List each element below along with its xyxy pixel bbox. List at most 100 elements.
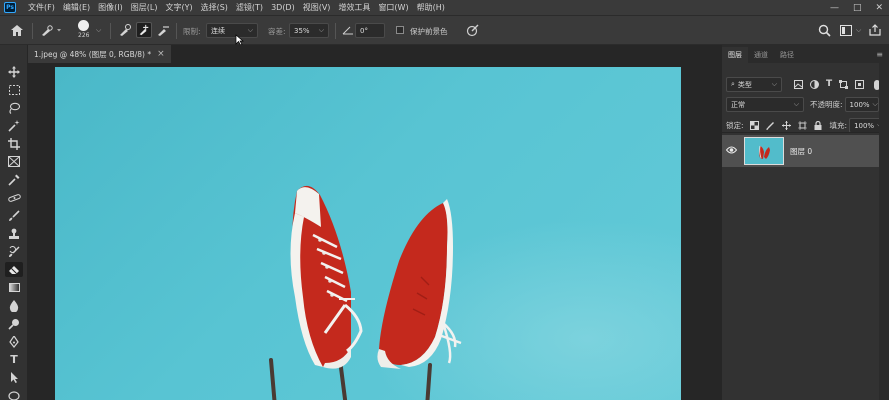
menu-file[interactable]: 文件(F) [24,2,59,13]
menu-image[interactable]: 图像(I) [94,2,127,13]
panel-tab-bar: 图层 通道 路径 ≡ [722,45,889,63]
menu-3d[interactable]: 3D(D) [267,3,299,12]
limit-select[interactable]: 连续 ⌵ [206,23,258,38]
layer-filter-row: ⌕ 类型 ⌵ T [722,77,889,92]
crop-tool-icon[interactable] [5,136,23,151]
angle-input[interactable]: 0° [355,23,385,38]
smart-object-filter-icon[interactable] [855,80,865,89]
panel-scrollbar[interactable] [879,63,889,400]
minimize-button[interactable]: — [830,3,839,13]
canvas-area[interactable] [28,63,721,400]
history-brush-tool-icon[interactable] [5,244,23,259]
eraser-tool-icon[interactable] [5,262,23,277]
blur-tool-icon[interactable] [5,298,23,313]
pixel-filter-icon[interactable] [794,80,803,89]
gradient-tool-icon[interactable] [5,280,23,295]
filter-search-icon: ⌕ [731,80,735,88]
photo-canvas[interactable] [55,67,681,400]
limit-chevron-icon: ⌵ [247,26,253,34]
tab-paths[interactable]: 路径 [774,47,800,63]
ellipse-tool-icon[interactable] [5,388,23,400]
close-window-button[interactable]: ✕ [875,3,883,13]
lock-transparent-icon[interactable] [749,121,759,130]
pen-tool-icon[interactable] [5,334,23,349]
menu-window[interactable]: 窗口(W) [374,2,412,13]
brush-tool-icon[interactable] [5,208,23,223]
search-icon[interactable] [818,24,831,37]
opacity-value: 100% [849,100,870,109]
tab-channels[interactable]: 通道 [748,47,774,63]
fill-value: 100% [854,121,875,130]
share-icon[interactable] [869,24,881,36]
dodge-tool-icon[interactable] [5,316,23,331]
layer-row[interactable]: 图层 0 [722,135,880,167]
menu-help[interactable]: 帮助(H) [413,2,449,13]
photoshop-logo: Ps [4,2,16,13]
menu-type[interactable]: 文字(Y) [161,2,196,13]
add-to-selection-brush-icon[interactable] [136,22,152,38]
layer-thumbnail[interactable] [744,137,784,165]
blend-row: 正常 ⌵ 不透明度: 100% ⌵ [722,97,889,112]
type-tool-icon[interactable]: T [5,352,23,367]
opacity-input[interactable]: 100% ⌵ [844,97,879,112]
workspace-icon[interactable] [840,25,852,36]
lock-image-icon[interactable] [765,121,775,130]
quick-selection-tool-preset-icon[interactable] [40,24,62,37]
select-and-mask-icon[interactable] [466,23,480,37]
tools-panel: T [0,45,28,400]
brush-size-picker[interactable]: 226 [78,20,89,39]
panel-menu-icon[interactable]: ≡ [870,50,889,63]
frame-tool-icon[interactable] [5,154,23,169]
healing-brush-tool-icon[interactable] [5,190,23,205]
menu-select[interactable]: 选择(S) [197,2,232,13]
menu-filter[interactable]: 滤镜(T) [232,2,267,13]
document-tab-title: 1.jpeg @ 48% (图层 0, RGB/8) * [34,49,152,59]
move-tool-icon[interactable] [5,64,23,79]
object-selection-tool-icon[interactable] [5,118,23,133]
tolerance-input[interactable]: 35% ⌵ [289,23,329,38]
brush-size-chevron-icon[interactable]: ⌵ [96,26,101,35]
new-selection-brush-icon[interactable] [118,23,132,37]
opacity-chevron-icon: ⌵ [872,100,878,108]
lasso-tool-icon[interactable] [5,100,23,115]
layer-filter-select[interactable]: ⌕ 类型 ⌵ [726,77,782,92]
marquee-tool-icon[interactable] [5,82,23,97]
layer-filter-chevron-icon: ⌵ [771,80,777,88]
visibility-eye-icon[interactable] [725,146,738,156]
type-filter-icon[interactable]: T [826,80,832,89]
angle-icon [342,25,354,35]
path-selection-tool-icon[interactable] [5,370,23,385]
home-icon[interactable] [10,24,24,37]
document-tab[interactable]: 1.jpeg @ 48% (图层 0, RGB/8) * × [28,45,171,63]
clone-stamp-tool-icon[interactable] [5,226,23,241]
eyedropper-tool-icon[interactable] [5,172,23,187]
menu-view[interactable]: 视图(V) [299,2,335,13]
subtract-from-selection-brush-icon[interactable] [156,23,170,37]
opacity-label: 不透明度: [810,100,843,109]
lock-position-icon[interactable] [781,121,791,130]
blend-mode-select[interactable]: 正常 ⌵ [726,97,804,112]
sneakers-photo [55,67,681,400]
maximize-button[interactable]: □ [853,3,862,13]
menu-plugins[interactable]: 增效工具 [334,2,374,13]
tab-layers[interactable]: 图层 [722,47,748,63]
lock-label: 锁定: [726,121,744,130]
lock-artboard-icon[interactable] [797,121,807,130]
menu-layer[interactable]: 图层(L) [127,2,162,13]
menu-edit[interactable]: 编辑(E) [59,2,94,13]
workspace-chevron-icon[interactable]: ⌵ [856,26,861,35]
adjustment-filter-icon[interactable] [810,80,819,89]
brush-tip-icon [78,20,90,31]
limit-label: 限制: [183,27,201,36]
layer-filter-value: 类型 [737,80,752,89]
layer-name[interactable]: 图层 0 [790,146,812,157]
lock-all-icon[interactable] [814,121,822,130]
protect-foreground-checkbox[interactable] [396,26,404,34]
tolerance-value: 35% [294,26,310,35]
shape-filter-icon[interactable] [839,80,849,89]
protect-foreground-label: 保护前景色 [410,27,448,36]
fill-input[interactable]: 100% ⌵ [849,118,884,133]
lock-row: 锁定: 填充: 100% ⌵ [722,118,889,133]
options-bar: 226 ⌵ 限制: 连续 ⌵ 容差: 35% ⌵ 0° 保护前景色 ⌵ [0,15,889,46]
close-document-icon[interactable]: × [157,49,165,59]
